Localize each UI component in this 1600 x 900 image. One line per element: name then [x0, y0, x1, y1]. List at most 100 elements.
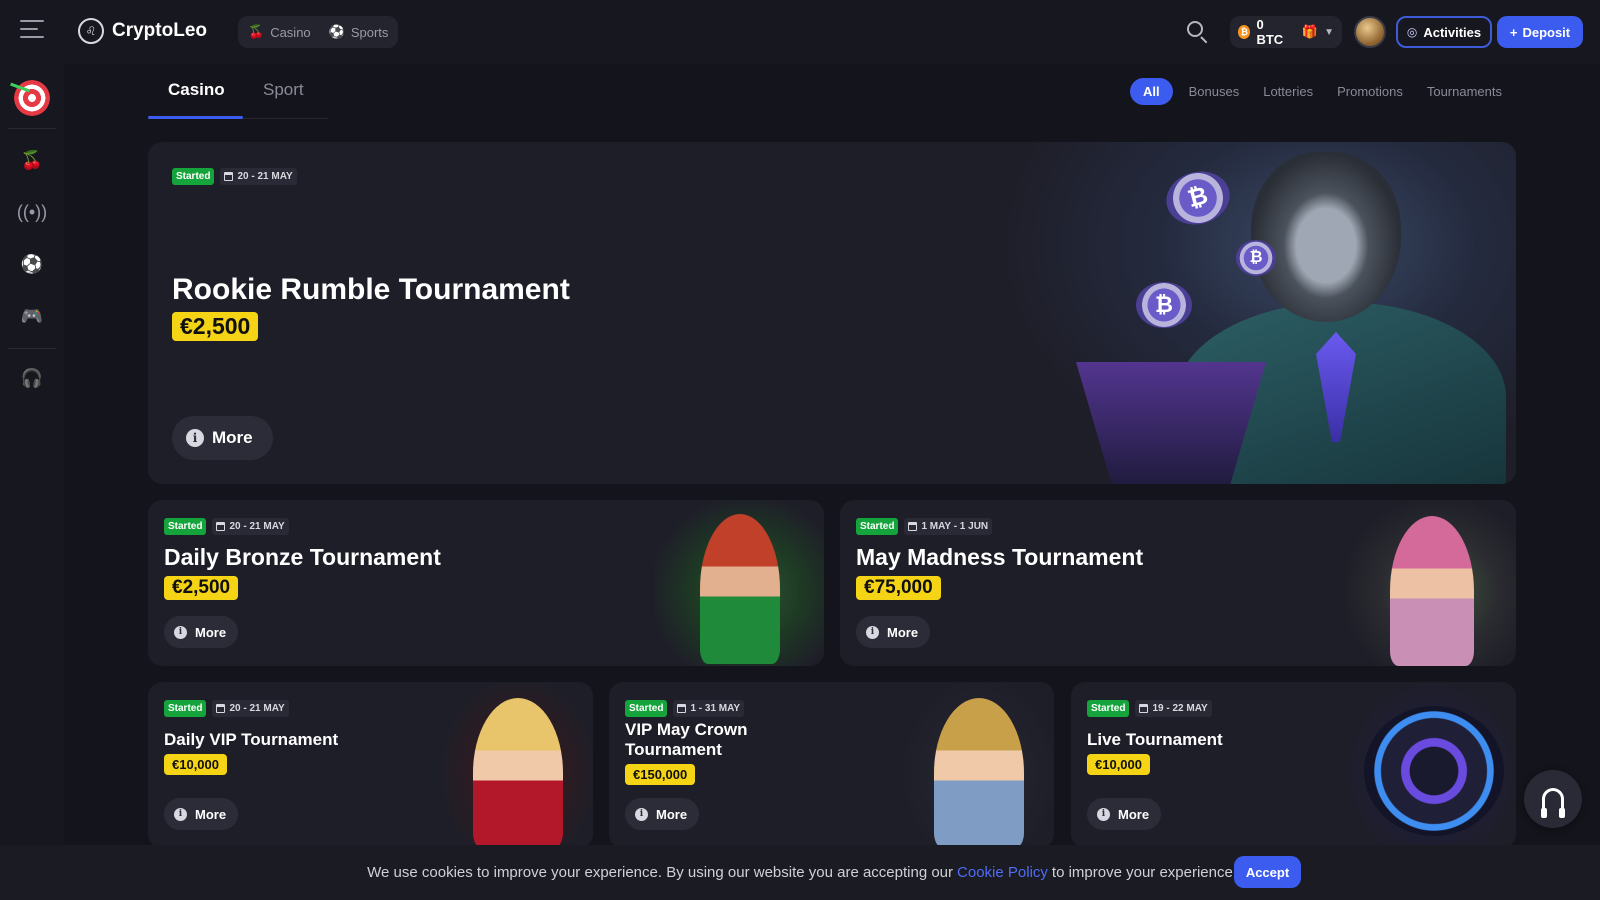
support-headset-icon: 🎧: [20, 367, 44, 388]
search-icon[interactable]: [1186, 20, 1210, 44]
live-broadcast-icon: ((•)): [16, 201, 48, 222]
activities-button[interactable]: ◎ Activities: [1396, 16, 1492, 48]
logo[interactable]: ♌ CryptoLeo: [78, 18, 207, 44]
filter-tournaments[interactable]: Tournaments: [1419, 78, 1510, 105]
sidebar-item-support[interactable]: 🎧: [0, 362, 64, 394]
card-more-button[interactable]: i More: [625, 798, 700, 830]
info-icon: i: [186, 429, 204, 447]
info-icon: i: [866, 625, 879, 639]
support-headset-icon: [1541, 788, 1565, 818]
nav-sports[interactable]: ⚽ Sports: [329, 24, 389, 40]
date-badge: 19 - 22 MAY: [1135, 700, 1212, 717]
calendar-icon: [216, 704, 226, 713]
status-badge: Started: [856, 518, 899, 535]
date-badge: 20 - 21 MAY: [220, 168, 297, 185]
tournament-card[interactable]: Started 1 MAY - 1 JUN May Madness Tourna…: [840, 500, 1516, 666]
bitcoin-icon: ₿: [1238, 25, 1251, 39]
chevron-down-icon: ▼: [1324, 26, 1334, 38]
card-more-button[interactable]: i More: [856, 616, 931, 648]
tournament-artwork: [654, 500, 824, 666]
hero-prize: €2,500: [172, 312, 259, 341]
calendar-icon: [908, 522, 918, 531]
calendar-icon: [224, 172, 234, 181]
menu-icon[interactable]: [20, 20, 44, 42]
date-text: 20 - 21 MAY: [237, 171, 293, 182]
date-badge: 1 - 31 MAY: [673, 700, 745, 717]
hero-more-button[interactable]: i More: [172, 416, 273, 460]
more-label: More: [212, 428, 253, 447]
wallet-balance[interactable]: ₿ 0 BTC 🎁 ▼: [1230, 16, 1342, 48]
calendar-icon: [677, 704, 687, 713]
sidebar-item-esports[interactable]: 🎮: [0, 300, 64, 332]
avatar[interactable]: [1354, 16, 1386, 48]
tournament-card[interactable]: Started 1 - 31 MAY VIP May Crown Tournam…: [609, 682, 1054, 848]
tournament-artwork: [904, 682, 1054, 848]
sidebar-item-sports[interactable]: ⚽: [0, 248, 64, 280]
hero-title: Rookie Rumble Tournament: [172, 273, 570, 306]
cookie-text: We use cookies to improve your experienc…: [367, 864, 954, 881]
gift-icon: 🎁: [1301, 24, 1319, 39]
card-badges: Started 20 - 21 MAY: [164, 518, 289, 535]
card-badges: Started 1 - 31 MAY: [625, 700, 745, 717]
info-icon: i: [1097, 807, 1110, 821]
filter-bar: All Bonuses Lotteries Promotions Tournam…: [1130, 78, 1510, 105]
sidebar: 🍒 ((•)) ⚽ 🎮 🎧: [0, 64, 64, 900]
activities-label: Activities: [1423, 24, 1482, 40]
deposit-button[interactable]: + Deposit: [1497, 16, 1583, 48]
card-title: May Madness Tournament: [856, 544, 1144, 570]
filter-lotteries[interactable]: Lotteries: [1255, 78, 1321, 105]
cookie-banner: We use cookies to improve your experienc…: [0, 845, 1600, 900]
date-badge: 1 MAY - 1 JUN: [904, 518, 993, 535]
more-label: More: [195, 624, 227, 640]
tournament-card[interactable]: Started 20 - 21 MAY Daily Bronze Tournam…: [148, 500, 824, 666]
status-badge: Started: [1087, 700, 1130, 717]
info-icon: i: [174, 625, 187, 639]
date-text: 20 - 21 MAY: [229, 703, 285, 714]
support-chat-button[interactable]: [1524, 770, 1582, 828]
tournament-card[interactable]: Started 19 - 22 MAY Live Tournament €10,…: [1071, 682, 1516, 848]
tab-sport[interactable]: Sport: [263, 80, 304, 100]
card-more-button[interactable]: i More: [1087, 798, 1162, 830]
card-title: Daily VIP Tournament: [164, 730, 339, 749]
status-badge: Started: [172, 168, 215, 185]
card-title: VIP May Crown Tournament: [625, 720, 748, 760]
tournament-card[interactable]: Started 20 - 21 MAY Daily VIP Tournament…: [148, 682, 593, 848]
lion-logo-icon: ♌: [78, 18, 104, 44]
cookie-policy-link[interactable]: Cookie Policy: [957, 864, 1048, 881]
top-bar: ♌ CryptoLeo 🍒 Casino ⚽ Sports ₿ 0 BTC 🎁 ▼ …: [0, 0, 1600, 64]
sidebar-item-live[interactable]: ((•)): [0, 196, 64, 228]
nav-casino-label: Casino: [270, 24, 311, 40]
sidebar-item-promotions[interactable]: [0, 78, 64, 118]
card-badges: Started 1 MAY - 1 JUN: [856, 518, 993, 535]
balance-value: 0 BTC: [1256, 17, 1284, 47]
status-badge: Started: [164, 700, 207, 717]
more-label: More: [887, 624, 919, 640]
cherries-icon: 🍒: [248, 24, 265, 39]
nav-casino[interactable]: 🍒 Casino: [248, 24, 311, 40]
more-label: More: [1118, 806, 1150, 822]
date-text: 20 - 21 MAY: [229, 521, 285, 532]
filter-bonuses[interactable]: Bonuses: [1181, 78, 1248, 105]
tab-casino[interactable]: Casino: [168, 80, 225, 100]
accept-cookies-button[interactable]: Accept: [1234, 856, 1301, 888]
calendar-icon: [1139, 704, 1149, 713]
filter-all[interactable]: All: [1130, 78, 1173, 105]
cookie-text-after: to improve your experience: [1051, 864, 1233, 881]
sidebar-item-casino[interactable]: 🍒: [0, 144, 64, 176]
status-badge: Started: [625, 700, 668, 717]
status-badge: Started: [164, 518, 207, 535]
soccer-ball-icon: ⚽: [328, 24, 345, 39]
logo-text: CryptoLeo: [112, 20, 207, 41]
card-more-button[interactable]: i More: [164, 616, 239, 648]
deposit-label: Deposit: [1522, 24, 1571, 40]
bitcoin-coin-icon: ₿: [1160, 164, 1236, 232]
sidebar-divider: [8, 128, 56, 129]
activity-icon: ◎: [1406, 25, 1418, 39]
hero-tournament-card[interactable]: ₿ ₿ ₿ Started 20 - 21 MAY Rookie Rumble …: [148, 142, 1516, 484]
more-label: More: [195, 806, 227, 822]
nav-sports-label: Sports: [350, 24, 389, 40]
card-more-button[interactable]: i More: [164, 798, 239, 830]
hero-badges: Started 20 - 21 MAY: [172, 168, 297, 185]
card-prize: €150,000: [625, 764, 696, 785]
filter-promotions[interactable]: Promotions: [1329, 78, 1411, 105]
